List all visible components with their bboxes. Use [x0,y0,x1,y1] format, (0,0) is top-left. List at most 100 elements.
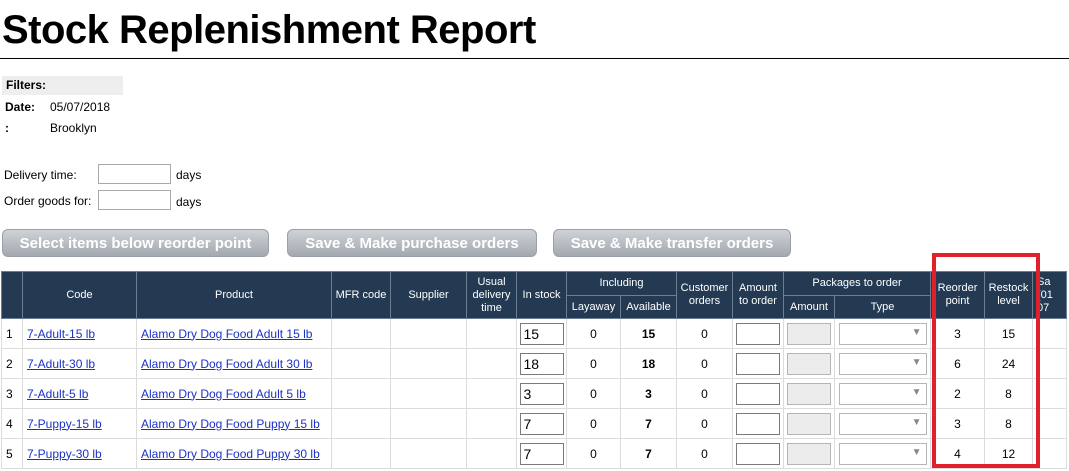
in-stock-input[interactable]: 15 [519,322,564,345]
in-stock-cell: 7 [516,438,567,469]
pkg-amount-input [787,382,831,405]
usual-delivery-cell [466,438,517,469]
mfr-cell [331,438,391,469]
amount-to-order-input[interactable] [736,442,780,465]
restock-level-cell: 8 [984,378,1033,409]
cut-header-line-3: 07 [1037,301,1050,314]
pkg-amount-input [787,322,831,345]
layaway-cell: 0 [566,438,621,469]
reorder-point-cell: 4 [930,438,985,469]
order-goods-unit: days [176,195,202,209]
delivery-time-input[interactable] [98,164,171,184]
col-amount-to-order-header[interactable]: Amount to order [732,271,784,319]
col-restock-level-header[interactable]: Restock level [984,271,1033,319]
in-stock-input[interactable]: 3 [519,382,564,405]
in-stock-cell: 3 [516,378,567,409]
chevron-down-icon: ▼ [911,326,922,338]
product-link[interactable]: Alamo Dry Dog Food Adult 15 lb [141,327,312,341]
code-link[interactable]: 7-Adult-15 lb [27,327,95,341]
code-link[interactable]: 7-Adult-30 lb [27,357,95,371]
pkg-type-select[interactable]: ▼ [838,322,927,345]
amount-to-order-cell [732,348,784,379]
delivery-time-label: Delivery time: [4,168,77,182]
pkg-type-select[interactable]: ▼ [838,352,927,375]
reorder-point-cell: 3 [930,408,985,439]
order-goods-input[interactable] [98,190,171,210]
col-layaway-header[interactable]: Layaway [566,295,621,319]
code-link[interactable]: 7-Puppy-30 lb [27,447,102,461]
amount-to-order-input[interactable] [736,322,780,345]
amount-to-order-input[interactable] [736,352,780,375]
purchase-orders-button[interactable]: Save & Make purchase orders [287,229,537,257]
table-row: 3 7-Adult-5 lb Alamo Dry Dog Food Adult … [1,378,1067,409]
pkg-type-select[interactable]: ▼ [838,382,927,405]
chevron-down-icon: ▼ [911,416,922,428]
cut-cell [1032,378,1067,409]
product-cell: Alamo Dry Dog Food Adult 30 lb [136,348,332,379]
amount-to-order-input[interactable] [736,412,780,435]
pkg-type-cell: ▼ [834,378,931,409]
transfer-orders-button[interactable]: Save & Make transfer orders [553,229,791,257]
customer-orders-cell: 0 [676,378,733,409]
title-divider [0,58,1069,59]
col-available-header[interactable]: Available [620,295,677,319]
product-link[interactable]: Alamo Dry Dog Food Puppy 15 lb [141,417,320,431]
pkg-type-cell: ▼ [834,318,931,349]
row-index: 1 [1,318,23,349]
date-value: 05/07/2018 [50,100,111,114]
delivery-time-unit: days [176,168,202,182]
date-label: Date: [5,100,36,114]
replenishment-table: Code Product MFR code Supplier Usual del… [1,271,1067,469]
col-cut-header: Sa (01 07 [1032,271,1067,319]
layaway-cell: 0 [566,408,621,439]
col-product-header[interactable]: Product [136,271,332,319]
product-cell: Alamo Dry Dog Food Adult 15 lb [136,318,332,349]
col-pkg-type-header[interactable]: Type [834,295,931,319]
col-code-header[interactable]: Code [22,271,137,319]
pkg-amount-cell [783,408,835,439]
col-in-stock-header[interactable]: In stock [516,271,567,319]
cut-cell [1032,438,1067,469]
restock-level-cell: 12 [984,438,1033,469]
chevron-down-icon: ▼ [911,356,922,368]
pkg-amount-input [787,352,831,375]
col-usual-delivery-header[interactable]: Usual delivery time [466,271,517,319]
table-row: 1 7-Adult-15 lb Alamo Dry Dog Food Adult… [1,318,1067,349]
layaway-cell: 0 [566,348,621,379]
in-stock-cell: 7 [516,408,567,439]
col-customer-orders-header[interactable]: Customer orders [676,271,733,319]
col-reorder-point-header[interactable]: Reorder point [930,271,985,319]
in-stock-input[interactable]: 7 [519,412,564,435]
amount-to-order-cell [732,438,784,469]
code-link[interactable]: 7-Puppy-15 lb [27,417,102,431]
product-link[interactable]: Alamo Dry Dog Food Puppy 30 lb [141,447,320,461]
pkg-amount-cell [783,348,835,379]
available-cell: 3 [620,378,677,409]
customer-orders-cell: 0 [676,348,733,379]
col-pkg-amount-header[interactable]: Amount [783,295,835,319]
in-stock-input[interactable]: 18 [519,352,564,375]
table-row: 4 7-Puppy-15 lb Alamo Dry Dog Food Puppy… [1,408,1067,439]
product-link[interactable]: Alamo Dry Dog Food Adult 5 lb [141,387,306,401]
usual-delivery-cell [466,348,517,379]
available-cell: 7 [620,438,677,469]
pkg-type-select[interactable]: ▼ [838,442,927,465]
product-cell: Alamo Dry Dog Food Adult 5 lb [136,378,332,409]
amount-to-order-input[interactable] [736,382,780,405]
code-cell: 7-Adult-30 lb [22,348,137,379]
select-below-reorder-button[interactable]: Select items below reorder point [2,229,269,257]
cut-header-line-1: Sa [1037,275,1051,288]
customer-orders-cell: 0 [676,438,733,469]
in-stock-input[interactable]: 7 [519,442,564,465]
location-value: Brooklyn [50,121,97,135]
amount-to-order-cell [732,318,784,349]
pkg-amount-input [787,412,831,435]
row-index: 5 [1,438,23,469]
col-supplier-header[interactable]: Supplier [390,271,467,319]
code-link[interactable]: 7-Adult-5 lb [27,387,88,401]
row-index: 2 [1,348,23,379]
product-link[interactable]: Alamo Dry Dog Food Adult 30 lb [141,357,312,371]
col-mfr-header[interactable]: MFR code [331,271,391,319]
pkg-type-select[interactable]: ▼ [838,412,927,435]
layaway-cell: 0 [566,378,621,409]
